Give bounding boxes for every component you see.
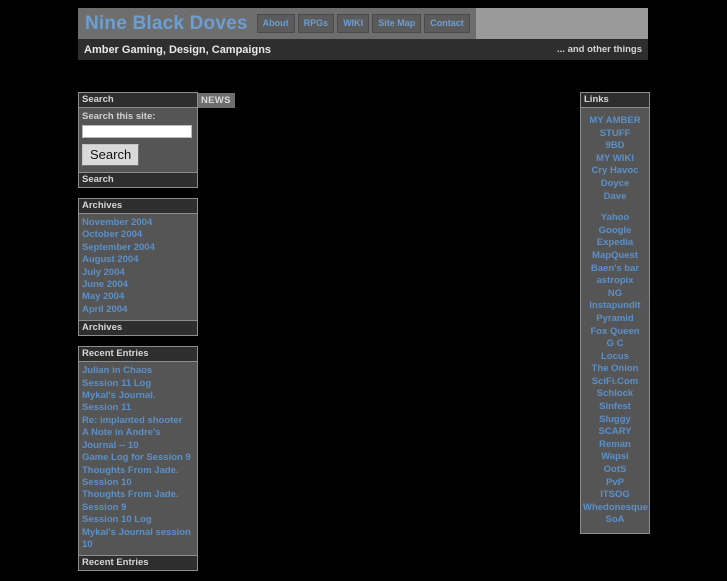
links-list: MY AMBER STUFF 9BD MY WIKI Cry Havoc Doyce Da… — [583, 115, 648, 527]
list-item[interactable]: Session 10 Log — [82, 514, 194, 526]
list-item[interactable]: Mykal's Journal. Session 11 — [82, 390, 194, 415]
archives-panel-footer: Archives — [79, 320, 197, 336]
list-item[interactable]: Mykal's Journal session 10 — [82, 527, 194, 552]
recent-entries-list: Julian in Chaos Session 11 Log Mykal's J… — [82, 365, 194, 551]
site-tagline: Amber Gaming, Design, Campaigns — [84, 43, 272, 56]
archives-panel: Archives November 2004 October 2004 Sept… — [78, 198, 198, 337]
archives-list: November 2004 October 2004 September 200… — [82, 217, 194, 316]
search-panel: Search Search this site: Search Search — [78, 92, 198, 188]
list-item[interactable]: July 2004 — [82, 267, 194, 279]
nav-item-site-map[interactable]: Site Map — [372, 14, 422, 33]
site-banner: Nine Black Doves About RPGs WIKI Site Ma… — [78, 8, 648, 62]
banner-top-row: Nine Black Doves About RPGs WIKI Site Ma… — [78, 8, 648, 39]
recent-entries-panel-body: Julian in Chaos Session 11 Log Mykal's J… — [79, 362, 197, 555]
list-item[interactable]: PvP — [583, 477, 647, 490]
links-list-spacer — [583, 203, 647, 212]
list-item[interactable]: NG — [583, 288, 647, 301]
list-item[interactable]: May 2004 — [82, 291, 194, 303]
list-item[interactable]: Cry Havoc — [583, 165, 647, 178]
list-item[interactable]: OotS — [583, 464, 647, 477]
list-item[interactable]: April 2004 — [82, 304, 194, 316]
search-panel-header: Search — [79, 93, 197, 108]
list-item[interactable]: Sinfest — [583, 401, 647, 414]
list-item[interactable]: Game Log for Session 9 — [82, 452, 194, 464]
list-item[interactable]: Yahoo — [583, 212, 647, 225]
list-item[interactable]: Thoughts From Jade. Session 9 — [82, 489, 194, 514]
list-item[interactable]: Wapsi — [583, 451, 647, 464]
archives-panel-header: Archives — [79, 199, 197, 214]
list-item[interactable]: Julian in Chaos — [82, 365, 194, 377]
links-panel-header: Links — [581, 93, 649, 108]
list-item[interactable]: October 2004 — [82, 229, 194, 241]
recent-entries-panel-header: Recent Entries — [79, 347, 197, 363]
list-item[interactable]: MY AMBER STUFF — [583, 115, 647, 140]
list-item[interactable]: MY WIKI — [583, 153, 647, 166]
nav-item-wiki[interactable]: WIKI — [337, 14, 370, 33]
archives-panel-body: November 2004 October 2004 September 200… — [79, 214, 197, 320]
main-navigation: About RPGs WIKI Site Map Contact — [256, 8, 476, 39]
list-item[interactable]: Re: implanted shooter — [82, 415, 194, 427]
list-item[interactable]: Google — [583, 225, 647, 238]
links-panel: Links MY AMBER STUFF 9BD MY WIKI Cry Havoc D… — [580, 92, 650, 534]
nav-item-contact[interactable]: Contact — [424, 14, 470, 33]
list-item[interactable]: Thoughts From Jade. Session 10 — [82, 465, 194, 490]
list-item[interactable]: Expedia — [583, 237, 647, 250]
list-item[interactable]: 9BD — [583, 140, 647, 153]
list-item[interactable]: A Note in Andre's Journal -- 10 — [82, 427, 194, 452]
list-item[interactable]: SCARY — [583, 426, 647, 439]
recent-entries-panel: Recent Entries Julian in Chaos Session 1… — [78, 346, 198, 572]
list-item[interactable]: September 2004 — [82, 242, 194, 254]
list-item[interactable]: November 2004 — [82, 217, 194, 229]
list-item[interactable]: Session 11 Log — [82, 378, 194, 390]
list-item[interactable]: Instapundit — [583, 300, 647, 313]
list-item[interactable]: Pyramid — [583, 313, 647, 326]
list-item[interactable]: Sluggy — [583, 414, 647, 427]
news-tab[interactable]: NEWS — [197, 93, 235, 108]
site-title: Nine Black Doves — [85, 12, 248, 34]
search-panel-body: Search this site: Search — [79, 108, 197, 172]
list-item[interactable]: Locus — [583, 351, 647, 364]
list-item[interactable]: astropix — [583, 275, 647, 288]
nav-item-rpgs[interactable]: RPGs — [297, 14, 335, 33]
list-item[interactable]: G C — [583, 338, 647, 351]
banner-tagline-row: Amber Gaming, Design, Campaigns ... and … — [78, 39, 648, 60]
left-sidebar: Search Search this site: Search Search A… — [78, 92, 198, 581]
list-item[interactable]: Reman — [583, 439, 647, 452]
list-item[interactable]: Fox Queen — [583, 326, 647, 339]
list-item[interactable]: SciFi.Com — [583, 376, 647, 389]
recent-entries-panel-footer: Recent Entries — [79, 555, 197, 571]
list-item[interactable]: ITSOG — [583, 489, 647, 502]
list-item[interactable]: Doyce — [583, 178, 647, 191]
search-label: Search this site: — [82, 111, 156, 122]
list-item[interactable]: SoA — [583, 514, 647, 527]
list-item[interactable]: Whedonesque — [583, 502, 648, 515]
nav-item-about[interactable]: About — [256, 14, 295, 33]
links-panel-body: MY AMBER STUFF 9BD MY WIKI Cry Havoc Doyce Da… — [581, 108, 649, 533]
search-button[interactable]: Search — [82, 144, 140, 166]
list-item[interactable]: Dave — [583, 191, 647, 204]
list-item[interactable]: June 2004 — [82, 279, 194, 291]
search-panel-footer: Search — [79, 172, 197, 187]
list-item[interactable]: Schlock — [583, 388, 647, 401]
search-input[interactable] — [82, 125, 192, 138]
list-item[interactable]: MapQuest — [583, 250, 647, 263]
banner-title-box: Nine Black Doves About RPGs WIKI Site Ma… — [78, 8, 476, 39]
list-item[interactable]: Baen's bar — [583, 263, 647, 276]
list-item[interactable]: The Onion — [583, 363, 647, 376]
site-tagline-secondary: ... and other things — [557, 44, 642, 55]
right-sidebar: Links MY AMBER STUFF 9BD MY WIKI Cry Havoc D… — [580, 92, 650, 534]
list-item[interactable]: August 2004 — [82, 254, 194, 266]
